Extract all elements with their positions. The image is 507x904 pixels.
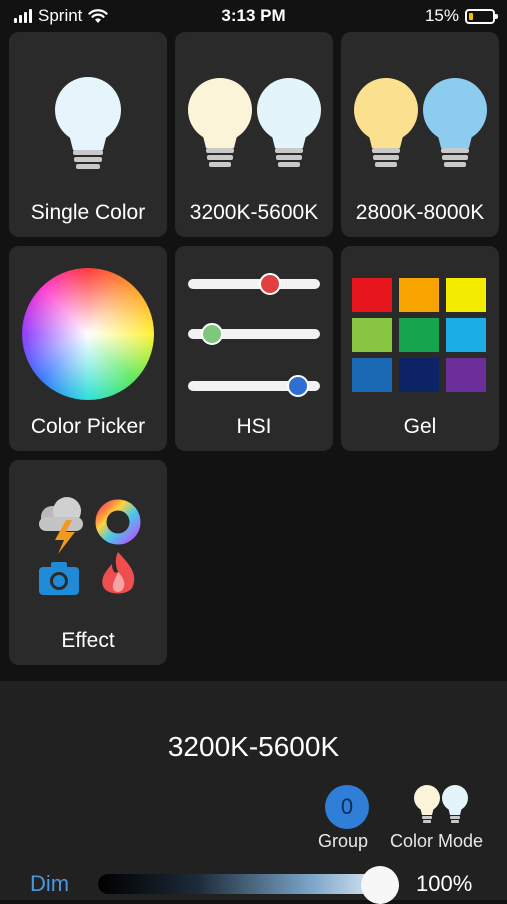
tile-cct-3200-5600[interactable]: 3200K-5600K xyxy=(175,32,333,237)
gel-swatch xyxy=(352,318,392,352)
tile-hsi[interactable]: HSI xyxy=(175,246,333,451)
gel-swatch-grid-icon xyxy=(352,278,486,392)
tile-single-color[interactable]: Single Color xyxy=(9,32,167,237)
color-mode-label: Color Mode xyxy=(390,831,484,851)
camera-icon xyxy=(39,562,79,595)
hsi-sliders-icon xyxy=(175,246,333,406)
hue-slider-track xyxy=(188,279,320,289)
status-right: 15% xyxy=(424,6,498,26)
tile-effect[interactable]: Effect xyxy=(9,460,167,665)
gel-swatch xyxy=(352,358,392,392)
group-label: Group xyxy=(318,831,369,851)
fire-icon xyxy=(102,552,135,594)
tile-gel[interactable]: Gel xyxy=(341,246,499,451)
battery-percent: 15% xyxy=(424,6,459,25)
tile-label: HSI xyxy=(236,415,272,438)
color-wheel-icon xyxy=(22,268,154,400)
gel-swatch xyxy=(399,358,439,392)
tile-cct-2800-8000[interactable]: 2800K-8000K xyxy=(341,32,499,237)
tile-label: Color Picker xyxy=(30,415,146,438)
current-mode-title: 3200K-5600K xyxy=(167,731,340,762)
dim-slider-track[interactable] xyxy=(98,874,380,894)
storm-cloud-icon xyxy=(39,497,83,554)
gel-swatch xyxy=(352,278,392,312)
intensity-slider-thumb xyxy=(286,375,309,397)
effect-icons xyxy=(39,497,141,595)
saturation-slider-thumb xyxy=(200,323,223,345)
dim-slider-thumb[interactable] xyxy=(361,866,399,904)
gel-swatch xyxy=(446,358,486,392)
color-mode-button[interactable] xyxy=(410,781,474,831)
tile-label: Effect xyxy=(61,629,115,652)
color-ring-icon xyxy=(95,499,141,545)
group-button[interactable]: 0 xyxy=(325,785,369,829)
dual-bulb-icon xyxy=(188,78,321,167)
gel-swatch xyxy=(446,318,486,352)
dim-label: Dim xyxy=(30,871,70,896)
tile-color-picker[interactable]: Color Picker xyxy=(9,246,167,451)
tile-label: Gel xyxy=(403,415,437,438)
gel-swatch xyxy=(399,318,439,352)
hue-slider-thumb xyxy=(258,273,281,295)
battery-icon xyxy=(465,8,498,24)
tile-label: Single Color xyxy=(30,201,146,224)
gel-swatch xyxy=(446,278,486,312)
gel-swatch xyxy=(399,278,439,312)
dim-value: 100% xyxy=(416,871,473,896)
bulb-icon xyxy=(442,785,468,823)
tile-label: 2800K-8000K xyxy=(355,201,485,224)
bottom-control-panel: 3200K-5600K 0 Group Color Mode Dim 100% xyxy=(0,681,507,904)
tile-label: 3200K-5600K xyxy=(189,201,319,224)
status-bar: Sprint 3:13 PM 15% xyxy=(0,0,507,32)
dual-bulb-icon xyxy=(354,78,487,167)
bulb-icon xyxy=(414,785,440,823)
bulb-icon xyxy=(55,77,121,169)
